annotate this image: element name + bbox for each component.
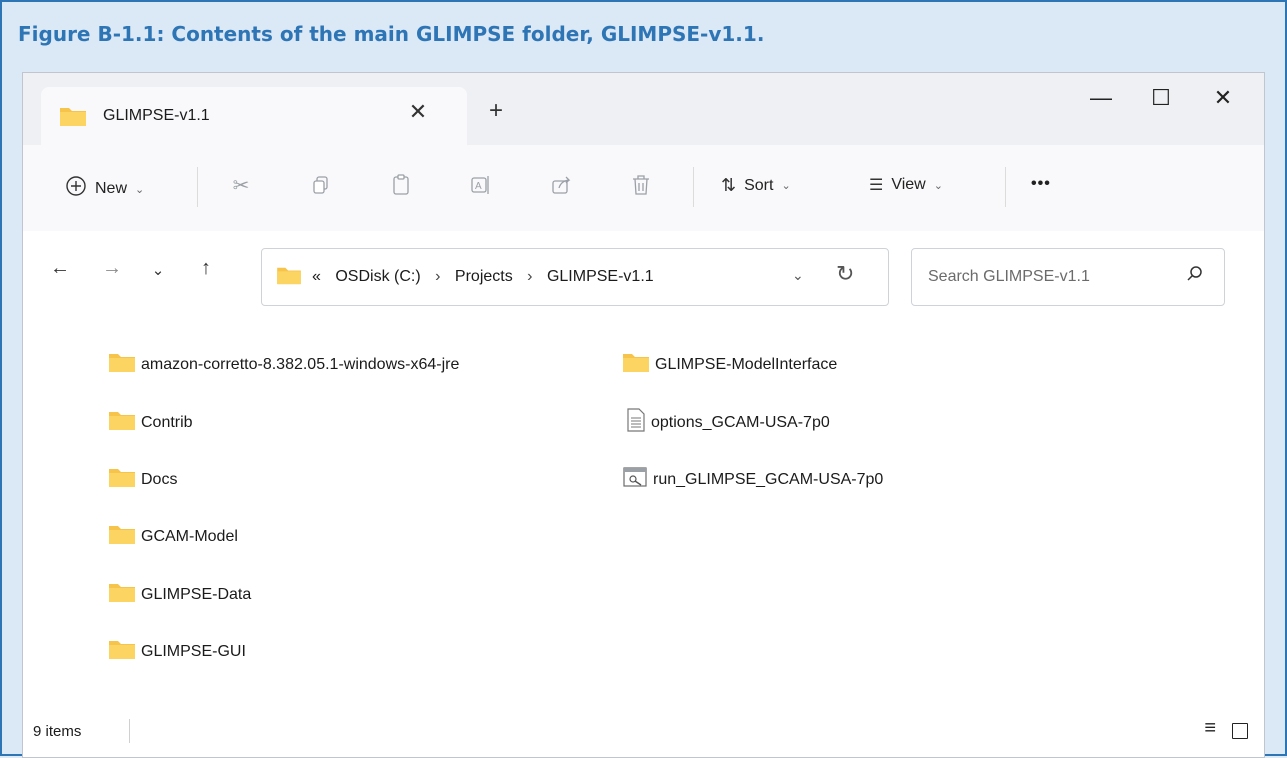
view-button[interactable]: ☰ View ⌄ [869, 175, 943, 195]
delete-icon[interactable] [627, 171, 655, 199]
tab-title: GLIMPSE-v1.1 [103, 107, 210, 124]
list-item[interactable]: GLIMPSE-Data [107, 581, 251, 608]
view-icon: ☰ [869, 177, 884, 194]
item-name: GLIMPSE-ModelInterface [655, 355, 838, 373]
chevron-down-icon: ⌄ [135, 183, 145, 196]
rename-icon[interactable]: A [467, 171, 495, 199]
sort-icon: ⇅ [721, 175, 737, 195]
list-item[interactable]: run_GLIMPSE_GCAM-USA-7p0 [623, 466, 883, 493]
folder-icon [107, 466, 137, 493]
status-bar: 9 items ≡ [23, 703, 1264, 757]
item-name: Contrib [141, 413, 193, 431]
folder-icon [621, 351, 651, 378]
folder-icon [276, 265, 302, 290]
breadcrumb-separator[interactable]: › [527, 268, 532, 285]
new-label: New [95, 180, 128, 197]
breadcrumb-item[interactable]: GLIMPSE-v1.1 [547, 268, 654, 285]
toolbar-divider [1005, 167, 1006, 207]
text-file-icon [625, 408, 647, 437]
address-row: ← → ⌄ ↑ « OSDisk (C:) › Projects › GLIMP… [23, 231, 1264, 311]
search-box[interactable]: Search GLIMPSE-v1.1 [911, 248, 1225, 306]
figure-frame: Figure B-1.1: Contents of the main GLIMP… [0, 0, 1287, 758]
command-bar: New ⌄ ✂ A ⇅ Sort ⌄ ☰ View ⌄ ••• [23, 145, 1264, 232]
minimize-button[interactable]: — [1081, 85, 1121, 111]
list-item[interactable]: Contrib [107, 409, 193, 436]
list-item[interactable]: GLIMPSE-GUI [107, 638, 246, 665]
folder-icon [107, 523, 137, 550]
recent-chevron-icon[interactable]: ⌄ [143, 261, 173, 279]
tab-close-icon[interactable]: ✕ [403, 99, 433, 125]
file-explorer-window: GLIMPSE-v1.1 ✕ + — ☐ ✕ New ⌄ ✂ A ⇅ Sort … [22, 72, 1265, 758]
breadcrumb-separator[interactable]: › [435, 268, 440, 285]
folder-icon [107, 638, 137, 665]
tab-glimpse[interactable]: GLIMPSE-v1.1 ✕ [41, 87, 467, 145]
item-count: 9 items [33, 723, 82, 740]
script-file-icon [623, 466, 649, 493]
folder-icon [107, 581, 137, 608]
breadcrumb-overflow[interactable]: « [312, 268, 321, 285]
file-list: amazon-corretto-8.382.05.1-windows-x64-j… [23, 311, 1264, 691]
breadcrumb-item[interactable]: Projects [455, 268, 513, 285]
refresh-icon[interactable]: ↻ [836, 261, 854, 287]
details-view-icon[interactable]: ≡ [1204, 717, 1216, 740]
forward-arrow-icon[interactable]: → [97, 257, 127, 280]
maximize-button[interactable]: ☐ [1141, 85, 1181, 111]
figure-caption: Figure B-1.1: Contents of the main GLIMP… [18, 22, 765, 46]
tiles-view-icon[interactable] [1232, 723, 1248, 739]
toolbar-divider [197, 167, 198, 207]
item-name: GLIMPSE-GUI [141, 642, 246, 660]
close-window-button[interactable]: ✕ [1203, 85, 1243, 111]
search-placeholder: Search GLIMPSE-v1.1 [928, 268, 1090, 285]
new-button[interactable]: New ⌄ [65, 175, 144, 203]
list-item[interactable]: GCAM-Model [107, 523, 238, 550]
chevron-down-icon: ⌄ [781, 180, 791, 192]
up-arrow-icon[interactable]: ↑ [191, 257, 221, 280]
paste-icon[interactable] [387, 171, 415, 199]
address-dropdown-icon[interactable]: ⌄ [792, 267, 804, 284]
new-tab-button[interactable]: + [481, 97, 511, 125]
back-arrow-icon[interactable]: ← [45, 257, 75, 280]
plus-circle-icon [65, 175, 87, 203]
title-bar: GLIMPSE-v1.1 ✕ + — ☐ ✕ [23, 73, 1264, 145]
copy-icon[interactable] [307, 171, 335, 199]
view-label: View [891, 176, 926, 193]
list-item[interactable]: Docs [107, 466, 177, 493]
breadcrumb: « OSDisk (C:) › Projects › GLIMPSE-v1.1 [312, 268, 664, 286]
breadcrumb-item[interactable]: OSDisk (C:) [335, 268, 420, 285]
list-item[interactable]: GLIMPSE-ModelInterface [621, 351, 837, 378]
search-icon [1186, 265, 1204, 288]
cut-icon[interactable]: ✂ [227, 171, 255, 199]
item-name: run_GLIMPSE_GCAM-USA-7p0 [653, 470, 884, 488]
item-name: Docs [141, 470, 178, 488]
status-divider [129, 719, 130, 743]
list-item[interactable]: options_GCAM-USA-7p0 [625, 408, 830, 437]
more-options-button[interactable]: ••• [1031, 175, 1051, 193]
share-icon[interactable] [547, 171, 575, 199]
folder-icon [59, 105, 87, 132]
toolbar-divider [693, 167, 694, 207]
svg-text:A: A [475, 181, 482, 192]
item-name: options_GCAM-USA-7p0 [651, 413, 830, 431]
sort-label: Sort [744, 176, 774, 194]
item-name: GCAM-Model [141, 527, 238, 545]
list-item[interactable]: amazon-corretto-8.382.05.1-windows-x64-j… [107, 351, 459, 378]
chevron-down-icon: ⌄ [933, 179, 943, 192]
address-bar[interactable]: « OSDisk (C:) › Projects › GLIMPSE-v1.1 … [261, 248, 889, 306]
item-name: amazon-corretto-8.382.05.1-windows-x64-j… [141, 355, 460, 373]
sort-button[interactable]: ⇅ Sort ⌄ [721, 175, 791, 196]
folder-icon [107, 351, 137, 378]
folder-icon [107, 409, 137, 436]
item-name: GLIMPSE-Data [141, 585, 252, 603]
